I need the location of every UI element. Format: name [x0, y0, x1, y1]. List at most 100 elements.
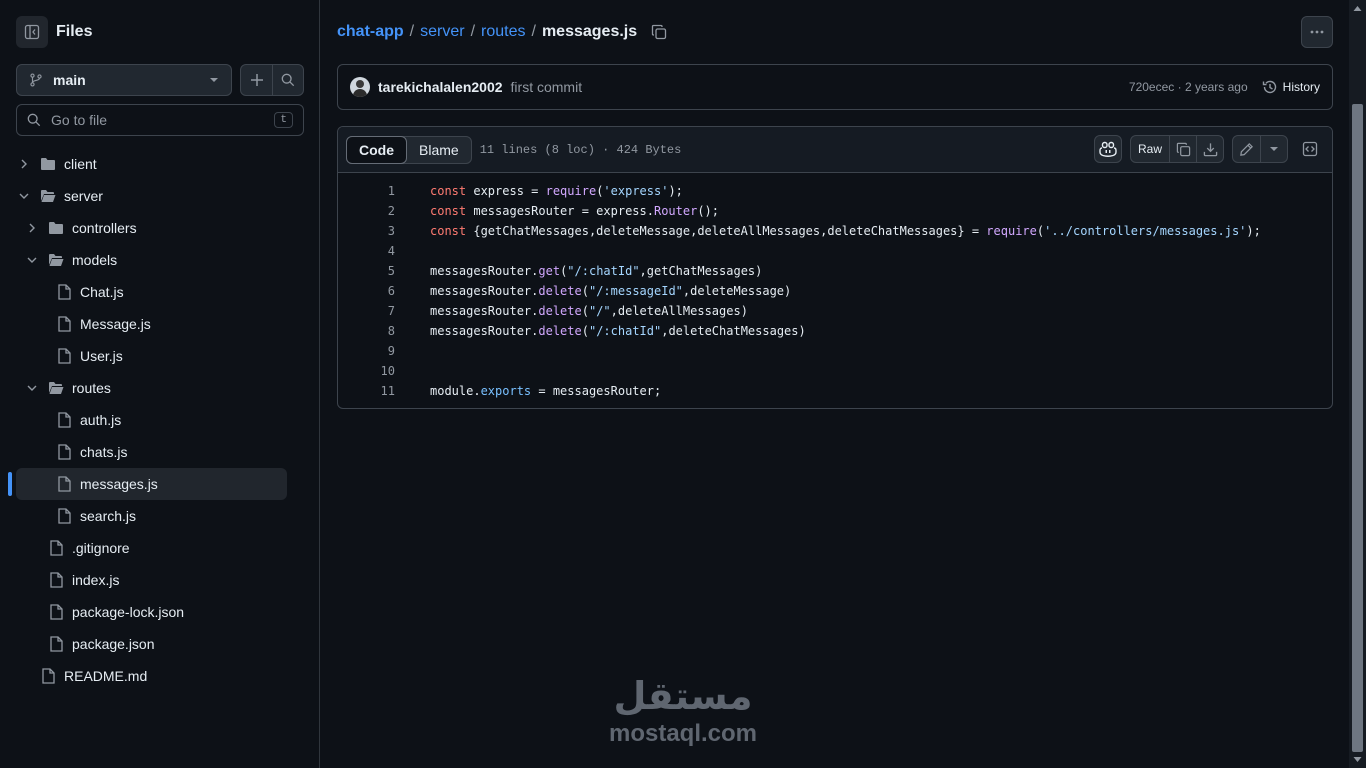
more-options-button[interactable] — [1301, 16, 1333, 48]
line-number[interactable]: 5 — [338, 264, 395, 278]
chevron-right-icon — [24, 220, 40, 236]
scrollbar-thumb[interactable] — [1352, 104, 1363, 752]
line-number[interactable]: 7 — [338, 304, 395, 318]
tree-item-chat-js[interactable]: Chat.js — [56, 276, 288, 308]
tree-item-label: auth.js — [80, 412, 122, 428]
download-button[interactable] — [1196, 136, 1223, 162]
commit-hash-and-age[interactable]: 720ecec · 2 years ago — [1129, 80, 1248, 94]
breadcrumb-repo-link[interactable]: chat-app — [337, 23, 404, 41]
line-content: messagesRouter.delete("/",deleteAllMessa… — [430, 304, 748, 318]
file-icon — [56, 284, 72, 300]
plus-icon — [250, 74, 263, 86]
tree-item-client[interactable]: client — [16, 148, 288, 180]
history-icon — [1262, 80, 1276, 94]
avatar[interactable] — [350, 77, 370, 97]
line-number[interactable]: 4 — [338, 244, 395, 258]
tree-item-chats-js[interactable]: chats.js — [56, 436, 288, 468]
code-viewer: Code Blame 11 lines (8 loc) · 424 Bytes … — [337, 126, 1333, 409]
copilot-button[interactable] — [1094, 135, 1122, 163]
edit-dropdown-button[interactable] — [1260, 136, 1287, 162]
tree-item-label: server — [64, 188, 103, 204]
code-square-icon — [1302, 141, 1318, 157]
file-icon — [48, 604, 64, 620]
tree-item-label: README.md — [64, 668, 148, 684]
breadcrumb-server-link[interactable]: server — [420, 23, 464, 41]
history-button[interactable]: History — [1262, 79, 1320, 95]
latest-commit-bar: tarekichalalen2002 first commit 720ecec … — [337, 64, 1333, 110]
git-branch-icon — [30, 73, 42, 87]
tree-item-gitignore[interactable]: .gitignore — [48, 532, 288, 564]
collapse-sidebar-button[interactable] — [16, 16, 48, 48]
line-number[interactable]: 2 — [338, 204, 395, 218]
line-number[interactable]: 6 — [338, 284, 395, 298]
file-icon — [40, 668, 56, 684]
tree-item-message-js[interactable]: Message.js — [56, 308, 288, 340]
raw-button[interactable]: Raw — [1131, 136, 1169, 162]
copilot-icon — [1099, 141, 1117, 157]
search-code-button[interactable] — [272, 65, 303, 95]
add-file-button[interactable] — [241, 65, 272, 95]
folder-icon — [48, 220, 64, 236]
code-line: 7 messagesRouter.delete("/",deleteAllMess… — [338, 301, 1332, 321]
tree-item-label: controllers — [72, 220, 137, 236]
code-line: 5 messagesRouter.get("/:chatId",getChatMe… — [338, 261, 1332, 281]
view-mode-toggle: Code Blame — [346, 135, 472, 164]
line-number[interactable]: 9 — [338, 344, 395, 358]
branch-row: main — [16, 64, 304, 96]
line-number[interactable]: 3 — [338, 224, 395, 238]
watermark-arabic: مستقل — [613, 674, 753, 718]
file-icon — [56, 348, 72, 364]
breadcrumb-separator: / — [470, 23, 476, 40]
watermark-latin: mostaql.com — [608, 720, 758, 747]
file-tree-sidebar: Files main Go to file t client server co… — [0, 0, 320, 768]
line-number[interactable]: 10 — [338, 364, 395, 378]
go-to-file-input[interactable]: Go to file t — [16, 104, 304, 136]
tree-item-package-lock-json[interactable]: package-lock.json — [48, 596, 288, 628]
copy-path-button[interactable] — [649, 22, 669, 42]
tree-item-search-js[interactable]: search.js — [56, 500, 288, 532]
line-number[interactable]: 8 — [338, 324, 395, 338]
tree-item-package-json[interactable]: package.json — [48, 628, 288, 660]
search-icon — [27, 113, 41, 127]
sidebar-collapse-icon — [24, 24, 40, 40]
commit-message-link[interactable]: first commit — [511, 79, 1129, 95]
copy-raw-button[interactable] — [1169, 136, 1196, 162]
tree-item-models[interactable]: models — [24, 244, 288, 276]
line-content: const express = require('express'); — [430, 184, 683, 198]
chevron-down-icon — [24, 380, 40, 396]
breadcrumb-routes-link[interactable]: routes — [481, 23, 525, 41]
line-number[interactable]: 1 — [338, 184, 395, 198]
code-toolbar: Code Blame 11 lines (8 loc) · 424 Bytes … — [338, 127, 1332, 173]
app-window: Files main Go to file t client server co… — [0, 0, 1366, 768]
mostaql-watermark: مستقل mostaql.com — [598, 672, 768, 748]
line-number[interactable]: 11 — [338, 384, 395, 398]
tree-item-label: index.js — [72, 572, 120, 588]
tree-item-server[interactable]: server — [16, 180, 288, 212]
edit-file-button[interactable] — [1233, 136, 1260, 162]
chevron-right-icon — [16, 156, 32, 172]
kebab-horizontal-icon — [1310, 30, 1324, 34]
tree-item-messages-js[interactable]: messages.js — [16, 468, 287, 500]
tree-item-readme-md[interactable]: README.md — [40, 660, 288, 692]
tree-item-index-js[interactable]: index.js — [48, 564, 288, 596]
scroll-up-arrow-icon[interactable] — [1353, 4, 1362, 13]
tree-item-routes[interactable]: routes — [24, 372, 288, 404]
symbols-panel-button[interactable] — [1296, 135, 1324, 163]
tree-item-label: Chat.js — [80, 284, 124, 300]
copy-icon — [651, 24, 667, 40]
tab-code[interactable]: Code — [346, 135, 407, 164]
branch-selector[interactable]: main — [16, 64, 232, 96]
commit-author-link[interactable]: tarekichalalen2002 — [378, 79, 503, 95]
tree-item-user-js[interactable]: User.js — [56, 340, 288, 372]
folder-icon — [40, 156, 56, 172]
file-icon — [48, 572, 64, 588]
file-icon — [56, 444, 72, 460]
file-icon — [56, 476, 72, 492]
tab-blame[interactable]: Blame — [407, 137, 471, 163]
tree-item-auth-js[interactable]: auth.js — [56, 404, 288, 436]
scroll-down-arrow-icon[interactable] — [1353, 755, 1362, 764]
page-scrollbar[interactable] — [1349, 0, 1366, 768]
edit-actions-group — [1232, 135, 1288, 163]
line-content: module.exports = messagesRouter; — [430, 384, 662, 398]
tree-item-controllers[interactable]: controllers — [24, 212, 288, 244]
